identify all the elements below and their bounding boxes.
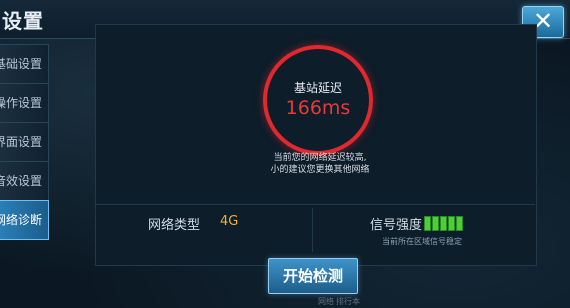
latency-label: 基站延迟	[293, 81, 342, 95]
latency-ring: 基站延迟 166ms	[263, 45, 373, 155]
warning-line-2: 小的建议您更换其他网络	[270, 165, 370, 175]
latency-warning: 当前您的网络延迟较高, 小的建议您更换其他网络	[240, 152, 400, 176]
signal-bar	[456, 216, 463, 231]
sidebar-item-interface[interactable]: 界面设置	[0, 122, 49, 162]
sidebar: 基础设置 操作设置 界面设置 音效设置 网络诊断	[0, 38, 49, 258]
signal-bar	[440, 216, 447, 231]
warning-line-1: 当前您的网络延迟较高,	[273, 153, 367, 163]
signal-bar	[448, 216, 455, 231]
signal-bar	[424, 216, 431, 231]
network-type-value: 4G	[220, 214, 239, 229]
sidebar-item-network[interactable]: 网络诊断	[0, 200, 49, 240]
sidebar-item-basic[interactable]: 基础设置	[0, 44, 49, 84]
bottom-hint: 网络	[318, 297, 334, 306]
signal-bar	[432, 216, 439, 231]
divider	[95, 204, 535, 205]
divider	[312, 208, 313, 252]
network-type-label: 网络类型	[148, 218, 201, 233]
latency-value: 166ms	[285, 97, 351, 119]
signal-strength-label: 信号强度	[370, 218, 423, 233]
signal-status-text: 当前所在区域信号稳定	[382, 237, 462, 246]
start-test-button[interactable]: 开始检测	[268, 258, 358, 294]
sidebar-item-sound[interactable]: 音效设置	[0, 161, 49, 201]
page-title: 设置	[2, 9, 44, 33]
sidebar-item-controls[interactable]: 操作设置	[0, 83, 49, 123]
bottom-hint: 排行本	[336, 297, 360, 306]
